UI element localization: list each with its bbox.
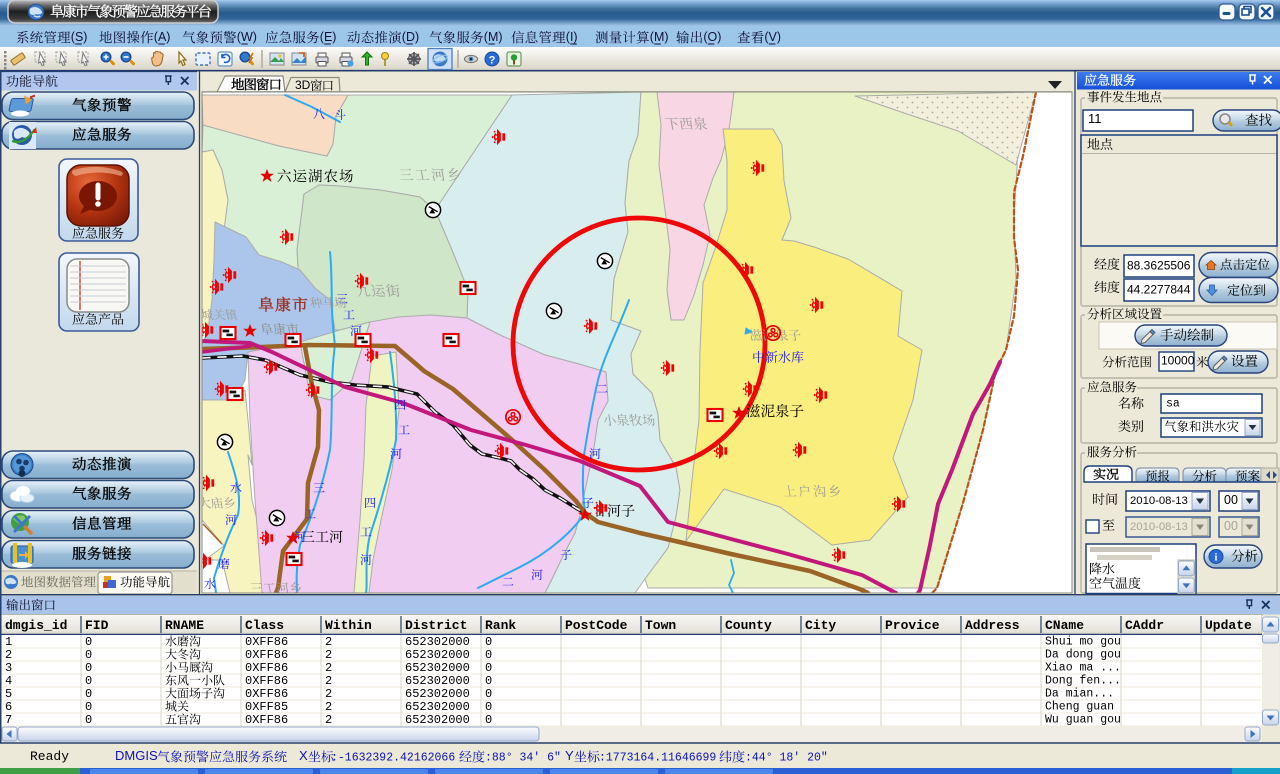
svg-text::44° 18′ 20″: :44° 18′ 20″	[745, 752, 828, 765]
svg-text:County: County	[725, 618, 772, 633]
svg-text:0: 0	[85, 687, 92, 701]
svg-text:652302000: 652302000	[405, 661, 470, 675]
svg-text:(E): (E)	[320, 30, 337, 44]
svg-text:6: 6	[5, 700, 12, 714]
svg-text:?: ?	[489, 55, 496, 67]
svg-text:X: X	[299, 748, 308, 763]
svg-text:0: 0	[485, 674, 492, 688]
svg-text:0: 0	[85, 648, 92, 662]
svg-text:(V): (V)	[764, 30, 781, 44]
svg-text:0: 0	[85, 635, 92, 649]
svg-text:Within: Within	[325, 618, 372, 633]
svg-text:Da dong gou: Da dong gou	[1045, 649, 1121, 662]
svg-text:Provice: Provice	[885, 618, 940, 633]
svg-text:2: 2	[325, 635, 332, 649]
svg-text:2: 2	[325, 700, 332, 714]
svg-text:00: 00	[1224, 493, 1238, 507]
svg-text:Da mian...: Da mian...	[1045, 688, 1114, 701]
svg-text:0XFF86: 0XFF86	[245, 713, 288, 727]
svg-text:652302000: 652302000	[405, 635, 470, 649]
svg-text:0XFF85: 0XFF85	[245, 700, 288, 714]
svg-text:Update: Update	[1205, 618, 1252, 633]
svg-text:7: 7	[5, 713, 12, 727]
svg-text:0: 0	[85, 700, 92, 714]
svg-text:Class: Class	[245, 618, 284, 633]
svg-text:0: 0	[85, 713, 92, 727]
svg-text:CName: CName	[1045, 618, 1084, 633]
svg-text:(M): (M)	[484, 30, 503, 44]
svg-text:0XFF86: 0XFF86	[245, 648, 288, 662]
svg-text:(S): (S)	[71, 30, 88, 44]
svg-text:11: 11	[1088, 111, 1102, 126]
svg-text:CAddr: CAddr	[1125, 618, 1164, 633]
svg-text:88.3625506: 88.3625506	[1127, 258, 1191, 272]
svg-text:0: 0	[485, 635, 492, 649]
svg-text:(M): (M)	[650, 30, 669, 44]
svg-text:3: 3	[5, 661, 12, 675]
svg-text:2: 2	[325, 713, 332, 727]
svg-text:(D): (D)	[402, 30, 419, 44]
svg-text:1: 1	[5, 635, 12, 649]
svg-text:(O): (O)	[703, 30, 721, 44]
svg-text:00: 00	[1224, 519, 1238, 533]
svg-text:0XFF86: 0XFF86	[245, 687, 288, 701]
svg-text:(I): (I)	[566, 30, 578, 44]
svg-text:(A): (A)	[154, 30, 171, 44]
svg-text::-1632392.42162066: :-1632392.42162066	[331, 752, 455, 765]
svg-text:Wu guan gou: Wu guan gou	[1045, 714, 1121, 727]
svg-text:City: City	[805, 618, 836, 633]
svg-text:2010-08-13: 2010-08-13	[1130, 495, 1188, 507]
svg-text:0: 0	[485, 700, 492, 714]
svg-text:652302000: 652302000	[405, 687, 470, 701]
svg-text:652302000: 652302000	[405, 700, 470, 714]
svg-text:0: 0	[85, 661, 92, 675]
svg-text:Dong fen...: Dong fen...	[1045, 675, 1121, 688]
svg-text:Rank: Rank	[485, 618, 516, 633]
svg-text:0XFF86: 0XFF86	[245, 661, 288, 675]
svg-text:0: 0	[485, 648, 492, 662]
svg-text:i: i	[1215, 553, 1218, 564]
svg-text:2: 2	[325, 661, 332, 675]
svg-text:3D: 3D	[295, 78, 311, 92]
svg-text:Shui mo gou: Shui mo gou	[1045, 636, 1121, 649]
svg-text:2: 2	[325, 674, 332, 688]
svg-text:Address: Address	[965, 618, 1020, 633]
svg-text:2: 2	[325, 648, 332, 662]
svg-text:Y: Y	[565, 748, 574, 763]
svg-text:Cheng guan: Cheng guan	[1045, 701, 1114, 714]
svg-text:652302000: 652302000	[405, 713, 470, 727]
svg-text:Town: Town	[645, 618, 676, 633]
svg-text:0: 0	[485, 661, 492, 675]
svg-text:dmgis_id: dmgis_id	[5, 618, 67, 633]
svg-text:2: 2	[5, 648, 12, 662]
svg-text:652302000: 652302000	[405, 674, 470, 688]
svg-text:(W): (W)	[237, 30, 257, 44]
svg-text:Xiao ma ...: Xiao ma ...	[1045, 662, 1121, 675]
svg-text:44.2277844: 44.2277844	[1127, 282, 1191, 296]
svg-text:2010-08-13: 2010-08-13	[1130, 521, 1188, 533]
svg-text:DMGIS: DMGIS	[115, 748, 158, 763]
svg-text:0: 0	[85, 674, 92, 688]
svg-text:0: 0	[485, 713, 492, 727]
svg-text:RNAME: RNAME	[165, 618, 204, 633]
svg-text:10000: 10000	[1161, 353, 1195, 367]
svg-text:PostCode: PostCode	[565, 618, 628, 633]
svg-text:FID: FID	[85, 618, 109, 633]
svg-text:Ready: Ready	[30, 749, 69, 764]
svg-text:District: District	[405, 618, 467, 633]
svg-text:0XFF86: 0XFF86	[245, 635, 288, 649]
svg-text:0: 0	[485, 687, 492, 701]
svg-text::1773164.11646699: :1773164.11646699	[599, 752, 716, 765]
svg-text:0XFF86: 0XFF86	[245, 674, 288, 688]
svg-text:5: 5	[5, 687, 12, 701]
svg-text:2: 2	[325, 687, 332, 701]
svg-text:652302000: 652302000	[405, 648, 470, 662]
svg-text:sa: sa	[1166, 398, 1180, 411]
svg-text:4: 4	[5, 674, 12, 688]
svg-text::88° 34′ 6″: :88° 34′ 6″	[485, 752, 561, 765]
